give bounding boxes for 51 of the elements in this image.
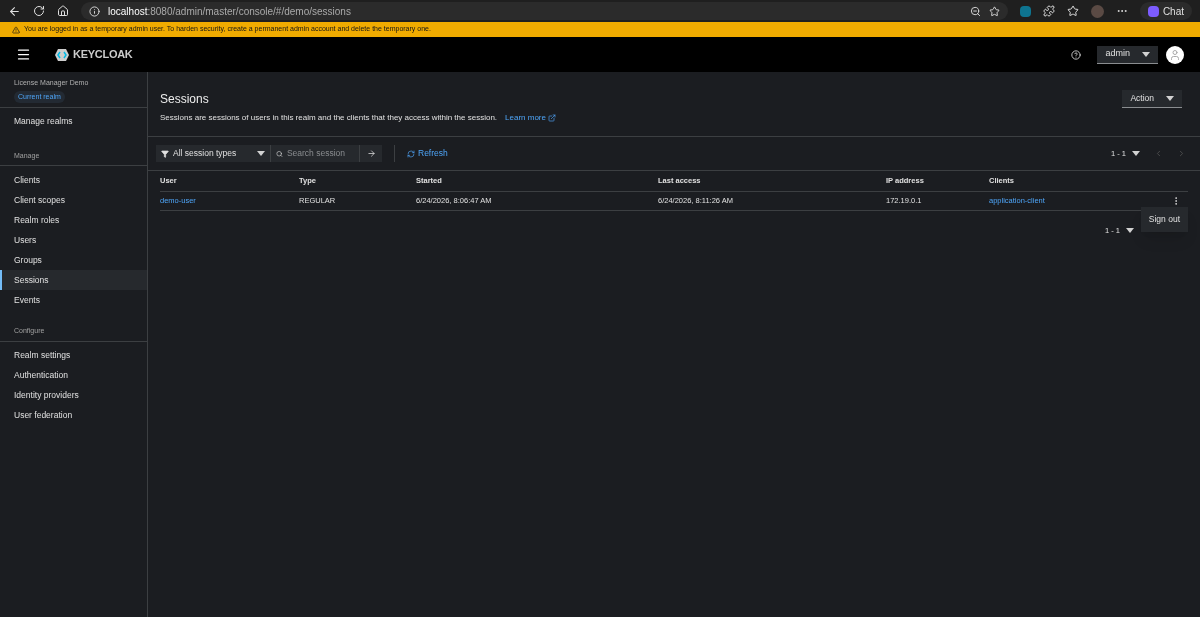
caret-icon — [1132, 151, 1140, 156]
extension-icon[interactable] — [1019, 5, 1031, 17]
caret-icon — [257, 151, 265, 156]
search-submit-button[interactable] — [359, 145, 382, 162]
search-icon — [276, 149, 283, 158]
nav-item[interactable]: Realm settings — [0, 345, 147, 366]
nav-item[interactable]: Events — [0, 290, 147, 311]
nav-item[interactable]: Sessions — [0, 270, 147, 291]
nav-item[interactable]: Identity providers — [0, 385, 147, 406]
nav-item[interactable]: Manage realms — [0, 108, 147, 135]
nav-item[interactable]: User federation — [0, 405, 147, 426]
page-title: Sessions — [160, 91, 210, 108]
nav-item[interactable]: Authentication — [0, 365, 147, 386]
back-icon[interactable] — [8, 4, 21, 18]
nav-item[interactable]: Groups — [0, 250, 147, 271]
search-field[interactable]: Search session — [286, 147, 354, 160]
search-box[interactable]: Search session — [270, 145, 359, 162]
nav-item[interactable]: Users — [0, 230, 147, 251]
arrow-right-icon — [366, 149, 376, 158]
avatar-icon[interactable] — [1166, 45, 1184, 64]
action-button[interactable]: Action — [1122, 90, 1182, 108]
star-icon[interactable] — [988, 5, 1000, 17]
zoom-out-icon[interactable] — [969, 5, 981, 17]
menu-icon[interactable] — [16, 47, 31, 62]
refresh-icon — [407, 149, 415, 158]
info-icon — [89, 5, 100, 17]
caret-icon — [1142, 51, 1150, 57]
caret-icon — [1166, 96, 1174, 101]
logo-icon — [55, 48, 69, 61]
reload-icon[interactable] — [33, 5, 45, 17]
filter-dropdown[interactable]: All session types — [156, 145, 270, 162]
warning-icon — [12, 25, 20, 34]
menu-item[interactable]: Sign out — [1140, 213, 1188, 226]
url-text: localhost:8080/admin/master/console/#/demo/sessions — [108, 4, 352, 19]
chat-button[interactable]: Chat — [1139, 2, 1192, 20]
favorites-icon[interactable] — [1066, 5, 1079, 17]
external-link-icon — [548, 114, 556, 122]
nav-item[interactable]: Realm roles — [0, 210, 147, 231]
nav-item[interactable]: Client scopes — [0, 190, 147, 211]
home-icon[interactable] — [57, 5, 69, 17]
user-menu-button[interactable]: admin — [1097, 45, 1158, 64]
caret-icon — [1126, 228, 1134, 234]
page-description: Sessions are sessions of users in this realm and the clients that they access within the session. — [160, 112, 498, 124]
address-bar[interactable]: localhost:8080/admin/master/console/#/demo/sessions — [81, 2, 1008, 20]
help-icon[interactable] — [1071, 49, 1082, 60]
logo-text: KEYCLOAK — [73, 47, 133, 63]
learn-more-link[interactable]: Learn more — [505, 112, 556, 124]
nav-item[interactable]: Clients — [0, 170, 147, 191]
filter-icon — [161, 149, 169, 158]
puzzle-icon[interactable] — [1042, 5, 1055, 17]
refresh-button[interactable]: Refresh — [407, 147, 448, 160]
